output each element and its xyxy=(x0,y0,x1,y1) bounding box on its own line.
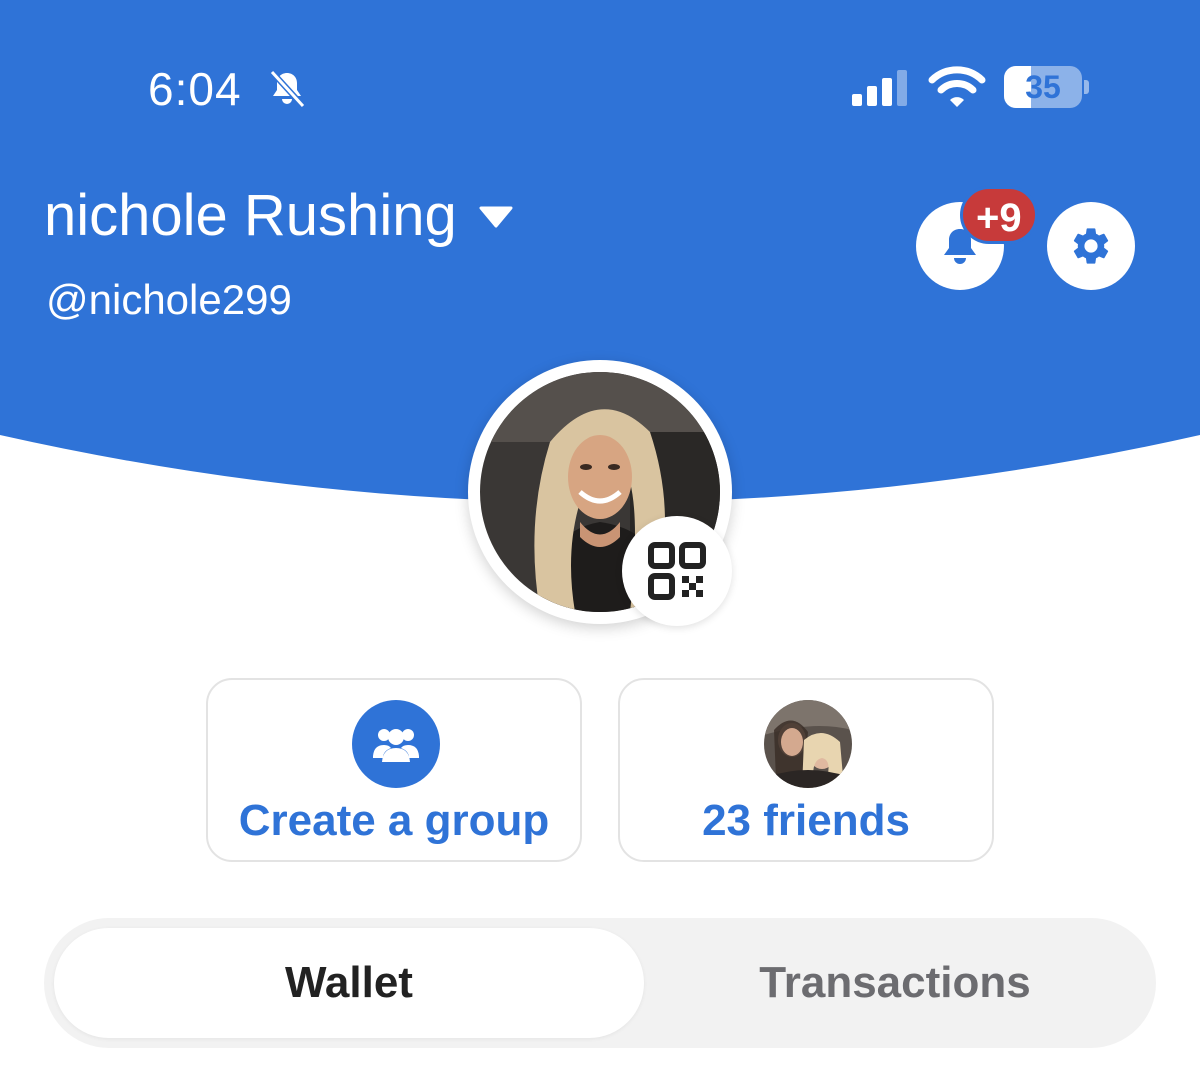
gear-icon xyxy=(1073,228,1109,264)
tab-wallet[interactable]: Wallet xyxy=(54,928,644,1038)
caret-down-icon xyxy=(479,206,513,228)
tab-transactions[interactable]: Transactions xyxy=(644,928,1146,1038)
account-switcher[interactable]: nichole Rushing xyxy=(44,180,513,250)
notification-count-badge: +9 xyxy=(960,186,1038,244)
wallet-transactions-tabs: Wallet Transactions xyxy=(44,918,1156,1048)
battery-icon: 35 xyxy=(1004,66,1089,108)
qr-code-button[interactable] xyxy=(622,516,732,626)
qr-code-icon xyxy=(648,542,706,600)
friends-photo xyxy=(764,700,852,788)
create-group-icon-circle xyxy=(352,700,440,788)
bell-slash-icon xyxy=(269,69,306,109)
battery-body: 35 xyxy=(1004,66,1082,108)
tab-wallet-label: Wallet xyxy=(285,958,413,1007)
battery-cap xyxy=(1084,80,1089,94)
create-group-card[interactable]: Create a group xyxy=(206,678,582,862)
battery-percent: 35 xyxy=(1025,69,1061,105)
status-time: 6:04 xyxy=(148,63,242,115)
wifi-icon xyxy=(928,66,986,107)
group-icon xyxy=(373,729,419,762)
profile-name: nichole Rushing xyxy=(44,182,457,248)
friends-card[interactable]: 23 friends xyxy=(618,678,994,862)
settings-button[interactable] xyxy=(1047,202,1135,290)
create-group-label: Create a group xyxy=(238,796,550,845)
profile-username: @nichole299 xyxy=(46,276,292,323)
tab-transactions-label: Transactions xyxy=(759,958,1031,1007)
cellular-signal-icon xyxy=(852,70,907,106)
friends-count-label: 23 friends xyxy=(702,796,910,845)
friends-avatar xyxy=(764,700,852,788)
